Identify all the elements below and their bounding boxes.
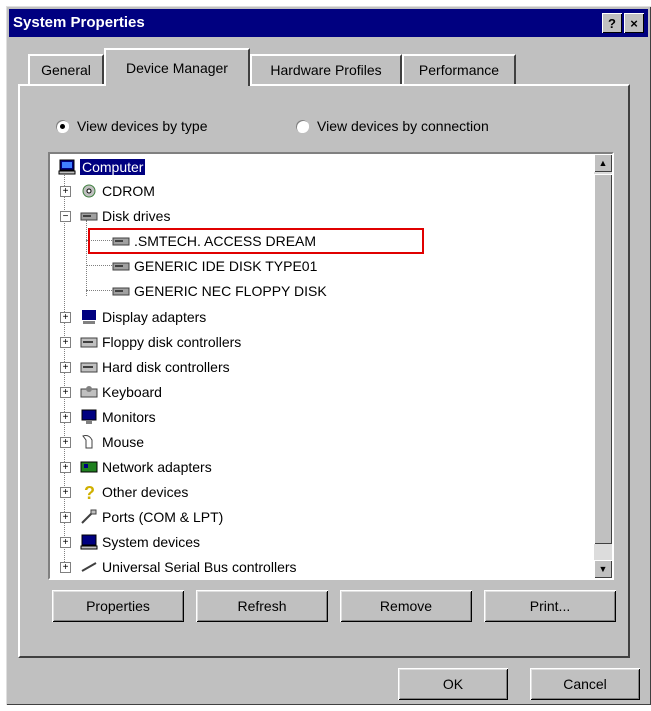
tree-item-label: Universal Serial Bus controllers [102,559,297,575]
tree-item-keyboard[interactable]: + Keyboard [58,381,162,403]
annotation-highlight-box [88,228,424,254]
close-button[interactable]: × [624,13,644,33]
port-icon [80,509,98,525]
monitor-icon [80,409,98,425]
tab-hardware-profiles[interactable]: Hardware Profiles [250,54,402,84]
expand-plus-icon[interactable]: + [60,387,71,398]
tree-item-floppy-controllers[interactable]: + Floppy disk controllers [58,331,241,353]
refresh-button[interactable]: Refresh [196,590,328,622]
expand-plus-icon[interactable]: + [60,462,71,473]
disk-drive-icon [80,208,98,224]
tree-item-label: Ports (COM & LPT) [102,509,224,525]
tree-item-usb-controllers[interactable]: + Universal Serial Bus controllers [58,556,297,578]
view-by-type-label: View devices by type [77,118,208,134]
properties-button[interactable]: Properties [52,590,184,622]
tree-item-disk-generic-nec[interactable]: GENERIC NEC FLOPPY DISK [112,280,327,302]
title-bar[interactable]: System Properties ? × [9,9,648,37]
computer-icon [58,159,76,175]
display-adapter-icon [80,309,98,325]
tree-item-label: Display adapters [102,309,207,325]
tree-item-monitors[interactable]: + Monitors [58,406,156,428]
expand-plus-icon[interactable]: + [60,337,71,348]
tab-device-manager[interactable]: Device Manager [104,48,250,86]
view-by-connection-radio[interactable]: View devices by connection [296,118,489,134]
tree-item-cdrom[interactable]: + CDROM [58,180,155,202]
question-icon: ? [80,483,98,503]
expand-plus-icon[interactable]: + [60,362,71,373]
tree-line [86,220,87,296]
tab-general[interactable]: General [28,54,104,84]
network-adapter-icon [80,459,98,475]
tree-item-label: GENERIC IDE DISK TYPE01 [134,258,318,274]
vertical-scrollbar[interactable]: ▲ ▼ [594,154,612,578]
radio-selected-icon [56,119,69,133]
tree-item-label: Disk drives [102,208,171,224]
tree-item-label: Mouse [102,434,145,450]
tree-line [86,265,112,266]
ok-button[interactable]: OK [398,668,508,700]
scroll-thumb[interactable] [594,174,612,544]
expand-plus-icon[interactable]: + [60,437,71,448]
tree-item-disk-generic-ide[interactable]: GENERIC IDE DISK TYPE01 [112,255,317,277]
tree-item-label: CDROM [102,183,155,199]
tree-item-label: Other devices [102,484,189,500]
device-tree[interactable]: Computer + CDROM − Disk drives .SMTECH. … [48,152,614,580]
radio-unselected-icon [296,119,309,133]
floppy-controller-icon [80,334,98,350]
usb-icon [80,559,98,575]
view-by-type-radio[interactable]: View devices by type [56,118,207,134]
tree-item-ports[interactable]: + Ports (COM & LPT) [58,506,223,528]
hard-disk-controller-icon [80,359,98,375]
cdrom-icon [80,183,98,199]
scroll-down-icon[interactable]: ▼ [594,560,612,578]
remove-button[interactable]: Remove [340,590,472,622]
disk-drive-icon [112,258,130,274]
cancel-button[interactable]: Cancel [530,668,640,700]
mouse-icon [80,434,98,450]
keyboard-icon [80,384,98,400]
expand-plus-icon[interactable]: + [60,487,71,498]
view-by-connection-label: View devices by connection [317,118,489,134]
tree-item-label: GENERIC NEC FLOPPY DISK [134,283,327,299]
tree-item-other-devices[interactable]: + ? Other devices [58,481,188,503]
tree-item-system-devices[interactable]: + System devices [58,531,200,553]
tree-root-label: Computer [80,159,146,175]
tree-item-label: Floppy disk controllers [102,334,242,350]
system-device-icon [80,534,98,550]
tree-item-network-adapters[interactable]: + Network adapters [58,456,212,478]
window-title: System Properties [13,14,145,31]
expand-plus-icon[interactable]: + [60,412,71,423]
svg-text:?: ? [84,484,95,500]
tree-line [86,290,112,291]
disk-drive-icon [112,283,130,299]
tree-item-label: Network adapters [102,459,212,475]
tree-item-disk-drives[interactable]: − Disk drives [58,205,170,227]
tree-root-computer[interactable]: Computer [58,156,146,178]
tree-item-mouse[interactable]: + Mouse [58,431,144,453]
tree-item-hard-disk-controllers[interactable]: + Hard disk controllers [58,356,230,378]
tree-item-label: System devices [102,534,201,550]
expand-plus-icon[interactable]: + [60,512,71,523]
help-button[interactable]: ? [602,13,622,33]
tree-item-display-adapters[interactable]: + Display adapters [58,306,206,328]
expand-plus-icon[interactable]: + [60,537,71,548]
expand-plus-icon[interactable]: + [60,186,71,197]
print-button[interactable]: Print... [484,590,616,622]
expand-plus-icon[interactable]: + [60,562,71,573]
tree-item-label: Hard disk controllers [102,359,230,375]
tab-performance[interactable]: Performance [402,54,516,84]
tree-item-label: Keyboard [102,384,162,400]
tree-item-label: Monitors [102,409,156,425]
expand-plus-icon[interactable]: + [60,312,71,323]
collapse-minus-icon[interactable]: − [60,211,71,222]
scroll-up-icon[interactable]: ▲ [594,154,612,172]
